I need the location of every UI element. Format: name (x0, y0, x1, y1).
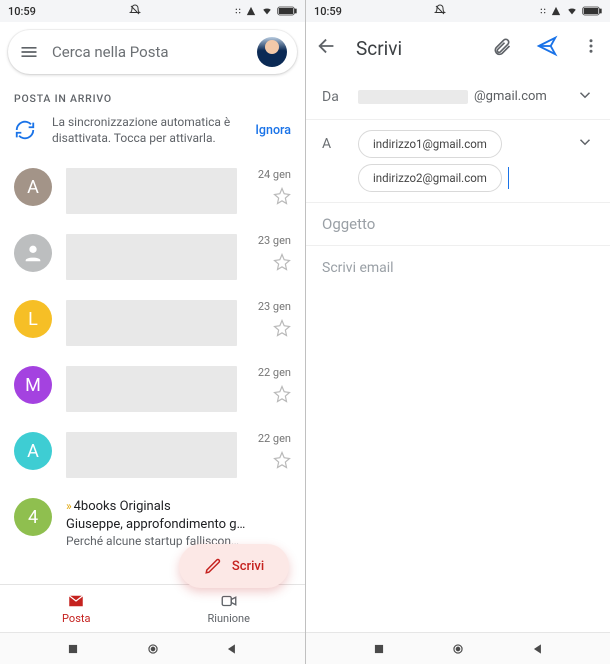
sender-avatar (14, 234, 52, 272)
email-sender: 4books Originals (74, 499, 171, 514)
nav-home-icon[interactable] (146, 642, 160, 656)
nav-back-icon[interactable] (531, 642, 545, 656)
redacted-body (66, 432, 237, 478)
search-placeholder: Cerca nella Posta (52, 43, 245, 61)
battery-icon (277, 6, 297, 16)
status-bar: 10:59 (0, 0, 305, 22)
star-icon[interactable] (273, 451, 291, 473)
email-subject: Giuseppe, approfondimento g… (66, 516, 291, 534)
more-icon[interactable] (582, 37, 600, 59)
email-row[interactable]: L 23 gen (0, 290, 305, 356)
email-row[interactable]: A 22 gen (0, 422, 305, 488)
chevron-down-icon[interactable] (576, 133, 594, 155)
bottom-tabs: Posta Riunione (0, 584, 305, 632)
redacted-body (66, 300, 237, 346)
redacted-body (66, 366, 237, 412)
compose-toolbar: Scrivi (306, 22, 610, 74)
menu-icon[interactable] (18, 41, 40, 63)
phone-compose: 10:59 Scrivi Da @gmail.com (305, 0, 610, 664)
battery-icon (582, 6, 602, 16)
chevron-down-icon[interactable] (576, 86, 594, 108)
to-row[interactable]: A indirizzo1@gmail.com indirizzo2@gmail.… (306, 120, 610, 202)
send-icon[interactable] (536, 35, 558, 61)
signal-icon (245, 6, 257, 16)
redacted-body (66, 234, 237, 280)
star-icon[interactable] (273, 385, 291, 407)
star-icon[interactable] (273, 319, 291, 341)
tab-meet-label: Riunione (208, 612, 250, 625)
compose-fab-label: Scrivi (232, 559, 264, 574)
nav-recent-icon[interactable] (66, 642, 80, 656)
sender-avatar: L (14, 300, 52, 338)
from-suffix: @gmail.com (474, 89, 547, 104)
search-wrap: Cerca nella Posta (0, 22, 305, 82)
sync-notice-ignore[interactable]: Ignora (255, 123, 291, 138)
body-input[interactable]: Scrivi email (306, 246, 610, 290)
status-time: 10:59 (8, 5, 36, 18)
sync-notice-text: La sincronizzazione automatica è disatti… (52, 115, 241, 146)
from-row[interactable]: Da @gmail.com (306, 74, 610, 120)
notification-silent-icon (434, 4, 446, 19)
attach-icon[interactable] (492, 36, 512, 60)
recipient-chip[interactable]: indirizzo2@gmail.com (358, 164, 502, 192)
text-cursor (508, 167, 509, 189)
mail-icon (65, 592, 87, 610)
nav-back-icon[interactable] (225, 642, 239, 656)
email-date: 22 gen (258, 366, 291, 379)
android-navbar (0, 632, 305, 664)
notification-silent-icon (129, 4, 141, 19)
email-row[interactable]: A 24 gen (0, 158, 305, 224)
nav-home-icon[interactable] (451, 642, 465, 656)
from-label: Da (322, 89, 348, 105)
redacted-body (66, 168, 237, 214)
email-date: 22 gen (258, 432, 291, 445)
email-list: A 24 gen 23 gen L 23 gen M 22 gen (0, 158, 305, 584)
status-time: 10:59 (314, 5, 342, 18)
sender-avatar: A (14, 432, 52, 470)
tab-mail[interactable]: Posta (0, 585, 153, 632)
star-icon[interactable] (273, 187, 291, 209)
sync-icon (14, 119, 38, 143)
email-date: 24 gen (258, 168, 291, 181)
phone-inbox: 10:59 Cerca nella Posta POSTA IN ARRIVO … (0, 0, 305, 664)
sync-notice[interactable]: La sincronizzazione automatica è disatti… (0, 111, 305, 158)
tab-meet[interactable]: Riunione (153, 585, 306, 632)
email-date: 23 gen (258, 300, 291, 313)
wifi-icon (260, 6, 274, 16)
compose-title: Scrivi (356, 37, 474, 60)
subject-input[interactable]: Oggetto (306, 203, 610, 246)
tab-mail-label: Posta (62, 612, 90, 625)
compose-fab[interactable]: Scrivi (179, 544, 289, 588)
to-label: A (322, 130, 348, 152)
email-date: 23 gen (258, 234, 291, 247)
signal-icon (550, 6, 562, 16)
android-navbar (306, 632, 610, 664)
star-icon[interactable] (273, 253, 291, 275)
sender-avatar: A (14, 168, 52, 206)
back-arrow-icon[interactable] (316, 35, 338, 61)
wifi-icon (565, 6, 579, 16)
account-avatar[interactable] (257, 37, 287, 67)
status-bar: 10:59 (306, 0, 610, 22)
nav-recent-icon[interactable] (372, 642, 386, 656)
sender-avatar: M (14, 366, 52, 404)
sender-avatar: 4 (14, 498, 52, 536)
section-label: POSTA IN ARRIVO (0, 82, 305, 111)
search-bar[interactable]: Cerca nella Posta (8, 30, 297, 74)
status-right (539, 6, 602, 16)
promo-icon: » (66, 499, 72, 513)
redacted-from (358, 90, 468, 104)
status-right (234, 6, 297, 16)
email-row[interactable]: M 22 gen (0, 356, 305, 422)
pencil-icon (204, 557, 222, 575)
email-row[interactable]: 23 gen (0, 224, 305, 290)
recipient-chip[interactable]: indirizzo1@gmail.com (358, 130, 502, 158)
video-icon (218, 592, 240, 610)
